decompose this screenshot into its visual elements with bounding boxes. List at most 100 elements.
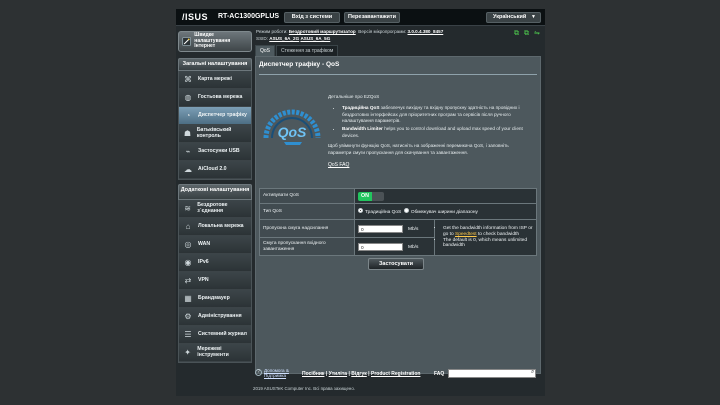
language-select[interactable]: Український ▼ <box>486 12 541 23</box>
ssid-5g[interactable]: ASUS_6A_5G <box>300 36 330 41</box>
bandwidth-notes: Get the bandwidth information from ISP o… <box>434 219 537 256</box>
faq-label: FAQ <box>434 371 445 377</box>
footer-link-registration[interactable]: Product Registration <box>371 371 420 377</box>
sidebar-item-wan[interactable]: ◎ WAN <box>179 236 251 254</box>
bullet-traditional: Традиційна QoS забезпечує вихідну та вхі… <box>342 105 533 125</box>
upload-unit: Mb/s <box>408 226 419 232</box>
sidebar-item-usb-apps[interactable]: ⌁ Застосунки USB <box>179 143 251 161</box>
qos-panel: Диспетчер трафіку - QoS QoS Детальніше п… <box>255 56 541 374</box>
radio-traditional-qos[interactable] <box>358 207 363 213</box>
advanced-settings-header: Додаткові налаштування <box>178 184 252 200</box>
clients-icon[interactable]: ⧉ <box>514 30 521 37</box>
quick-setup-label: Швидке налаштування Інтернет <box>194 32 231 50</box>
parental-control-icon: ☗ <box>183 129 191 138</box>
log-icon: ☰ <box>184 330 192 339</box>
download-bandwidth-label: Смуга пропускання вхідного завантаження <box>259 237 355 256</box>
mode-value[interactable]: Бездротовий маршрутизатор <box>289 29 356 34</box>
sidebar-item-guest-network[interactable]: ◍ Гостьова мережа <box>179 89 251 107</box>
sidebar-item-ipv6[interactable]: ◉ IPv6 <box>179 254 251 272</box>
sidebar-item-network-map[interactable]: ⌘ Карта мережі <box>179 71 251 89</box>
download-unit: Mb/s <box>408 244 419 250</box>
qos-settings-table: Активувати QoS ON Тип QoS Традиційна QoS… <box>259 188 537 256</box>
page-title: Диспетчер трафіку - QoS <box>259 61 340 68</box>
apply-button[interactable]: Застосувати <box>368 258 424 270</box>
top-bar: /ISUS RT-AC1300GPLUS Вхід з системи Пере… <box>176 9 545 26</box>
wireless-icon: ≋ <box>184 204 191 213</box>
intro-link[interactable]: Детальніше про EZQoS <box>328 94 533 101</box>
globe-icon: ◎ <box>184 240 192 249</box>
chevron-down-icon: ▼ <box>531 14 536 20</box>
qos-toggle[interactable]: ON <box>358 191 384 201</box>
enable-qos-label: Активувати QoS <box>259 188 355 204</box>
footer-bar: ? Допомога & Підтримка Посібник | Утиліт… <box>255 367 541 380</box>
qos-description: Детальніше про EZQoS Традиційна QoS забе… <box>328 94 533 169</box>
logout-button[interactable]: Вхід з системи <box>284 12 340 23</box>
status-icons: ⧉ ⧉ ⇋ <box>514 30 541 37</box>
brand-logo: /ISUS <box>182 12 209 22</box>
mode-label: Режим роботи: <box>256 29 288 34</box>
sidebar-item-system-log[interactable]: ☰ Системний журнал <box>179 326 251 344</box>
firmware-value[interactable]: 3.0.0.4.380_8457 <box>408 29 444 34</box>
help-icon: ? <box>255 369 262 376</box>
copyright: 2019 ASUSTeK Computer Inc. Всі права зах… <box>253 386 355 391</box>
faq-search-input[interactable] <box>448 369 536 378</box>
general-menu: ⌘ Карта мережі ◍ Гостьова мережа ◔ Диспетче… <box>178 71 252 180</box>
advanced-menu: ≋ Бездротове з`єднання ⌂ Локальна мережа ◎… <box>178 200 252 363</box>
guest-network-icon: ◍ <box>184 93 192 102</box>
vpn-icon: ⇄ <box>184 276 192 285</box>
search-icon[interactable]: ⌕ <box>531 369 534 376</box>
usb-status-icon[interactable]: ⧉ <box>524 30 531 37</box>
ssid-label: SSID: <box>256 36 268 41</box>
enable-instructions: Щоб увімкнути функцію QoS, натисніть на … <box>328 142 509 155</box>
firmware-label: Версія мікропрограми: <box>358 29 407 34</box>
qos-faq-link[interactable]: QoS FAQ <box>328 162 533 169</box>
cloud-icon: ☁ <box>184 165 192 174</box>
sidebar-item-traffic-manager[interactable]: ◔ Диспетчер трафіку <box>179 107 251 125</box>
sidebar: Швидке налаштування Інтернет Загальні на… <box>178 31 252 367</box>
speedtest-link[interactable]: Speedtest <box>455 232 477 237</box>
footer-link-feedback[interactable]: Відгук <box>351 371 367 377</box>
qos-speedometer-icon: QoS <box>263 109 321 145</box>
sidebar-item-network-tools[interactable]: ✦ Мережеві інструменти <box>179 344 251 362</box>
router-admin-window: /ISUS RT-AC1300GPLUS Вхід з системи Пере… <box>176 9 545 396</box>
quick-setup-button[interactable]: Швидке налаштування Інтернет <box>178 31 252 52</box>
usb-icon: ⌁ <box>185 147 191 156</box>
sidebar-item-firewall[interactable]: ▦ Брандмауер <box>179 290 251 308</box>
title-divider <box>259 74 537 75</box>
ssid-2g[interactable]: ASUS_6A_2G <box>269 36 299 41</box>
qos-type-label: Тип QoS <box>259 203 355 220</box>
main-content: QoS Стеження за трафіком Диспетчер трафі… <box>255 45 541 375</box>
firewall-icon: ▦ <box>184 294 192 303</box>
tab-qos[interactable]: QoS <box>255 45 276 56</box>
traffic-manager-icon: ◔ <box>185 111 191 120</box>
upload-bandwidth-label: Пропускна смуга надсилання <box>259 219 355 238</box>
upload-bandwidth-input[interactable]: 0 <box>358 224 403 233</box>
ipv6-icon: ◉ <box>184 258 192 267</box>
sidebar-item-parental-control[interactable]: ☗ Батьківський контроль <box>179 125 251 143</box>
sidebar-item-administration[interactable]: ⚙ Адміністрування <box>179 308 251 326</box>
tab-traffic-monitor[interactable]: Стеження за трафіком <box>276 45 339 56</box>
language-value: Український <box>493 14 527 20</box>
help-support-link[interactable]: Допомога & Підтримка <box>264 368 298 378</box>
download-bandwidth-input[interactable]: 0 <box>358 242 403 251</box>
general-settings-header: Загальні налаштування <box>178 58 252 71</box>
home-icon: ⌂ <box>185 222 191 231</box>
sidebar-item-wireless[interactable]: ≋ Бездротове з`єднання <box>179 200 251 218</box>
radio-bandwidth-limiter[interactable] <box>403 207 409 213</box>
wireless-status-icon[interactable]: ⇋ <box>534 30 541 37</box>
bullet-bandwidth-limiter: Bandwidth Limiter helps you to control d… <box>342 126 533 140</box>
sidebar-item-aicloud[interactable]: ☁ AiCloud 2.0 <box>179 161 251 179</box>
svg-text:QoS: QoS <box>278 124 307 140</box>
network-map-icon: ⌘ <box>184 75 192 84</box>
footer-link-utility[interactable]: Утиліта <box>329 371 347 377</box>
tools-icon: ✦ <box>184 348 191 357</box>
magic-wand-icon <box>182 37 191 46</box>
tab-bar: QoS Стеження за трафіком <box>255 45 541 56</box>
footer-links: Посібник | Утиліта | Відгук | Product Re… <box>302 371 421 377</box>
sidebar-item-vpn[interactable]: ⇄ VPN <box>179 272 251 290</box>
sidebar-item-lan[interactable]: ⌂ Локальна мережа <box>179 218 251 236</box>
footer-link-manual[interactable]: Посібник <box>302 371 324 377</box>
reboot-button[interactable]: Перезавантажити <box>344 12 400 23</box>
radio-bandwidth-limiter-label: Обмежувач ширини діапазону <box>410 209 478 215</box>
status-info: Режим роботи: Бездротовий маршрутизатор … <box>256 28 541 45</box>
